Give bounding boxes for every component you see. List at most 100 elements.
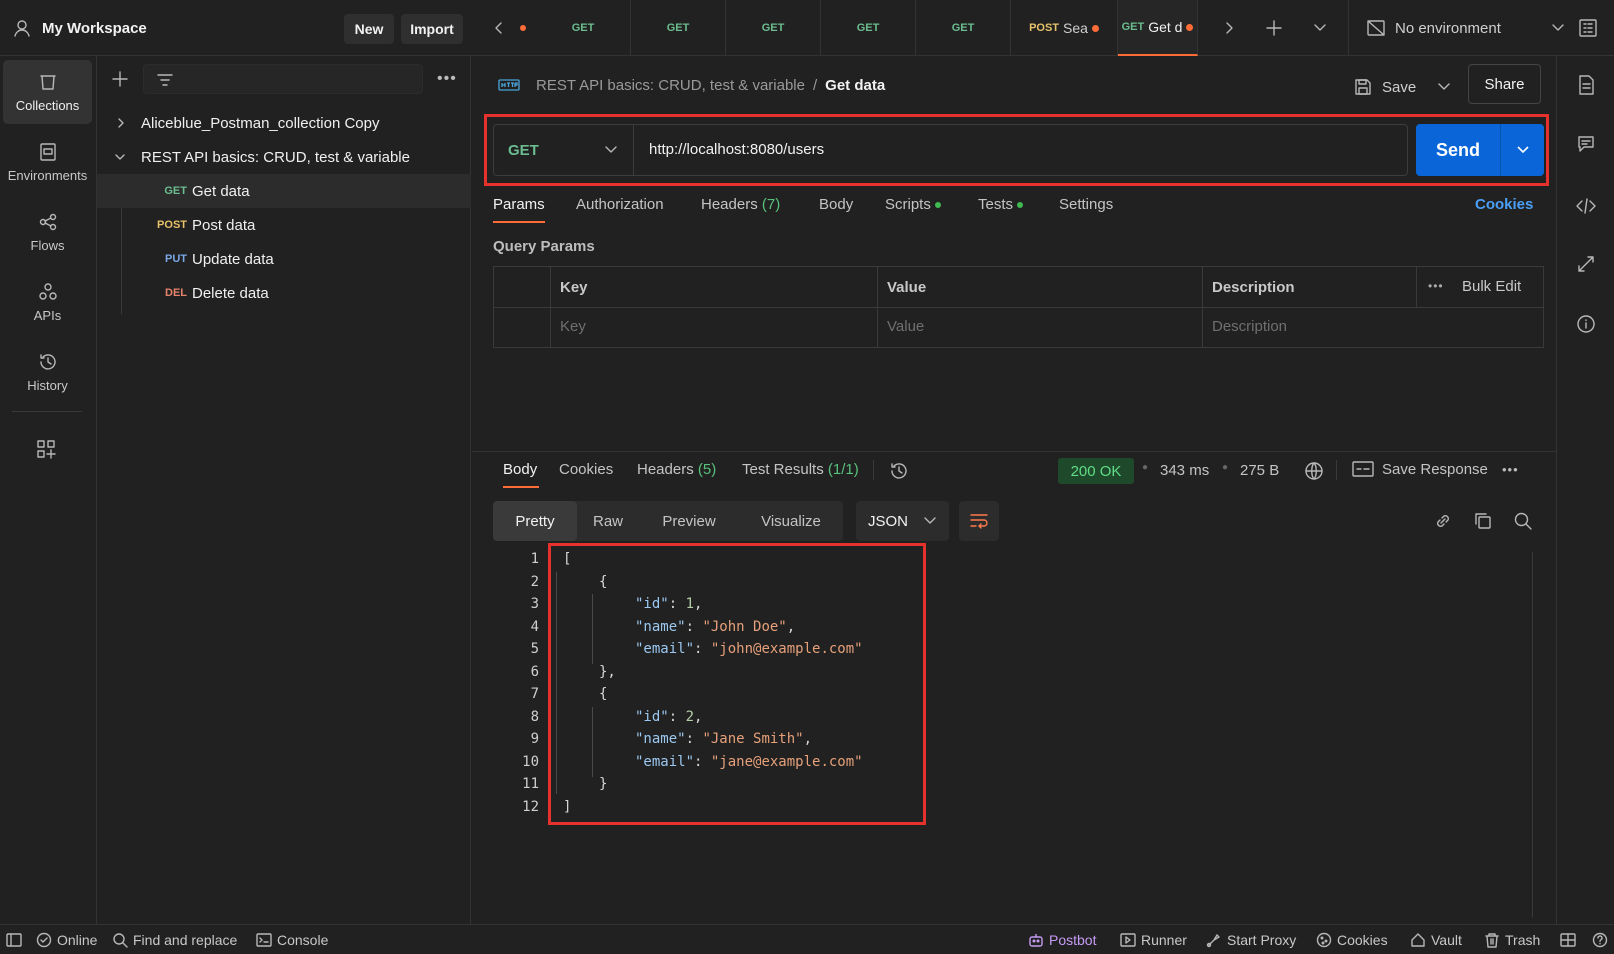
copy-icon[interactable] (1473, 511, 1493, 531)
divider (873, 460, 874, 480)
save-button[interactable]: Save (1354, 72, 1416, 102)
workspace-name[interactable]: My Workspace (42, 20, 147, 37)
postbot-button[interactable]: Postbot (1028, 932, 1096, 948)
runner-button[interactable]: Runner (1120, 932, 1187, 948)
sidebar-collection-item[interactable]: REST API basics: CRUD, test & variable (97, 140, 471, 174)
documentation-icon[interactable] (1576, 74, 1596, 96)
import-button[interactable]: Import (401, 14, 463, 44)
request-method: POST (157, 219, 187, 231)
tab-authorization[interactable]: Authorization (576, 196, 664, 213)
response-tab-cookies[interactable]: Cookies (559, 461, 613, 478)
console-button[interactable]: Console (256, 932, 328, 948)
request-tab[interactable]: GET (631, 0, 726, 56)
find-replace-button[interactable]: Find and replace (112, 932, 237, 948)
tab-body[interactable]: Body (819, 196, 853, 213)
tab-params[interactable]: Params (493, 196, 545, 213)
response-tab-test-results[interactable]: Test Results (1/1) (742, 461, 859, 478)
tab-scripts[interactable]: Scripts (885, 196, 941, 213)
online-status[interactable]: Online (36, 932, 97, 948)
line-number: 4 (530, 619, 539, 635)
environment-selector[interactable]: No environment (1366, 18, 1566, 38)
sidebar-search-input[interactable] (143, 64, 423, 94)
new-button[interactable]: New (344, 14, 394, 44)
more-options-icon[interactable]: ••• (437, 70, 457, 88)
response-history-icon[interactable] (889, 461, 909, 481)
vault-button[interactable]: Vault (1410, 932, 1462, 948)
view-raw-button[interactable]: Raw (577, 501, 639, 541)
request-tab-active[interactable]: GET Get d (1118, 0, 1198, 56)
page-title[interactable]: Get data (825, 77, 885, 94)
bulk-edit-button[interactable]: Bulk Edit (1462, 278, 1521, 295)
tab-settings[interactable]: Settings (1059, 196, 1113, 213)
sidebar-collection-item[interactable]: Aliceblue_Postman_collection Copy (97, 106, 471, 140)
copy-link-icon[interactable] (1433, 511, 1453, 531)
status-badge[interactable]: 200 OK (1058, 458, 1134, 484)
view-visualize-button[interactable]: Visualize (739, 501, 843, 541)
scrollbar[interactable] (1532, 552, 1533, 918)
breadcrumb-collection[interactable]: REST API basics: CRUD, test & variable (536, 77, 805, 94)
request-tab[interactable]: POST Sea (1011, 0, 1118, 56)
tab-tests[interactable]: Tests (978, 196, 1024, 213)
help-icon[interactable] (1592, 932, 1608, 948)
response-body[interactable]: 1 2 3 4 5 6 7 8 9 10 11 12 [ { "id": 1, … (472, 543, 1556, 924)
send-options-button[interactable] (1501, 124, 1544, 176)
key-input[interactable]: Key (560, 318, 586, 335)
sidebar-request-item-active[interactable]: GET Get data (97, 174, 471, 208)
layout-toggle-icon[interactable] (1560, 932, 1576, 948)
response-size[interactable]: 275 B (1240, 462, 1279, 479)
add-collection-plus-icon[interactable] (111, 70, 129, 88)
trash-button[interactable]: Trash (1484, 932, 1540, 948)
request-tab[interactable]: GET (916, 0, 1011, 56)
save-options-chevron-icon[interactable] (1436, 80, 1452, 94)
view-pretty-button[interactable]: Pretty (493, 501, 577, 541)
sidebar-request-item[interactable]: DEL Delete data (97, 276, 471, 310)
rail-environments[interactable]: Environments (3, 130, 92, 194)
view-preview-button[interactable]: Preview (639, 501, 739, 541)
share-button[interactable]: Share (1468, 64, 1541, 104)
save-response-button[interactable]: Save Response (1352, 460, 1488, 478)
value-input[interactable]: Value (887, 318, 924, 335)
request-tab[interactable]: GET (536, 0, 631, 56)
unsaved-dot (520, 25, 526, 31)
rail-apis[interactable]: APIs (3, 270, 92, 334)
status-label: Console (277, 932, 329, 948)
description-input[interactable]: Description (1212, 318, 1287, 335)
rail-collections[interactable]: Collections (3, 60, 92, 124)
response-tab-body[interactable]: Body (503, 461, 537, 478)
comments-icon[interactable] (1576, 134, 1596, 154)
tabs-scroll-left-icon[interactable] (492, 19, 506, 37)
send-button[interactable]: Send (1416, 124, 1501, 176)
environment-quick-look-icon[interactable] (1578, 18, 1598, 38)
sidebar-request-item[interactable]: PUT Update data (97, 242, 471, 276)
response-more-icon[interactable]: ••• (1502, 462, 1519, 477)
user-icon[interactable] (12, 18, 32, 38)
request-tab[interactable]: GET (821, 0, 916, 56)
code-snippet-icon[interactable] (1575, 196, 1597, 216)
request-tab[interactable]: GET (726, 0, 821, 56)
response-time[interactable]: 343 ms (1160, 462, 1209, 479)
response-tab-headers[interactable]: Headers (5) (637, 461, 716, 478)
format-select[interactable]: JSON (856, 501, 949, 541)
cookies-button[interactable]: Cookies (1316, 932, 1388, 948)
toggle-sidebar-icon[interactable] (6, 932, 22, 948)
start-proxy-button[interactable]: Start Proxy (1206, 932, 1296, 948)
wrap-lines-button[interactable] (959, 501, 999, 541)
sidebar-request-item[interactable]: POST Post data (97, 208, 471, 242)
network-globe-icon[interactable] (1304, 461, 1324, 481)
url-input[interactable]: http://localhost:8080/users (649, 141, 824, 158)
rail-flows[interactable]: Flows (3, 200, 92, 264)
tabs-scroll-right-icon[interactable] (1222, 19, 1236, 37)
cookies-link[interactable]: Cookies (1475, 196, 1533, 213)
tab-headers[interactable]: Headers (7) (701, 196, 780, 213)
info-icon[interactable] (1576, 314, 1596, 334)
table-options-icon[interactable]: ••• (1428, 279, 1444, 293)
pane-divider[interactable] (472, 451, 1556, 452)
tabs-dropdown-chevron-icon[interactable] (1312, 21, 1328, 35)
rail-history[interactable]: History (3, 340, 92, 404)
search-icon[interactable] (1513, 511, 1533, 531)
method-select[interactable]: GET (494, 125, 634, 175)
configure-sidebar-icon[interactable] (36, 439, 56, 459)
request-method: DEL (165, 287, 187, 299)
related-collections-icon[interactable] (1576, 254, 1596, 274)
new-tab-plus-icon[interactable] (1265, 19, 1283, 37)
